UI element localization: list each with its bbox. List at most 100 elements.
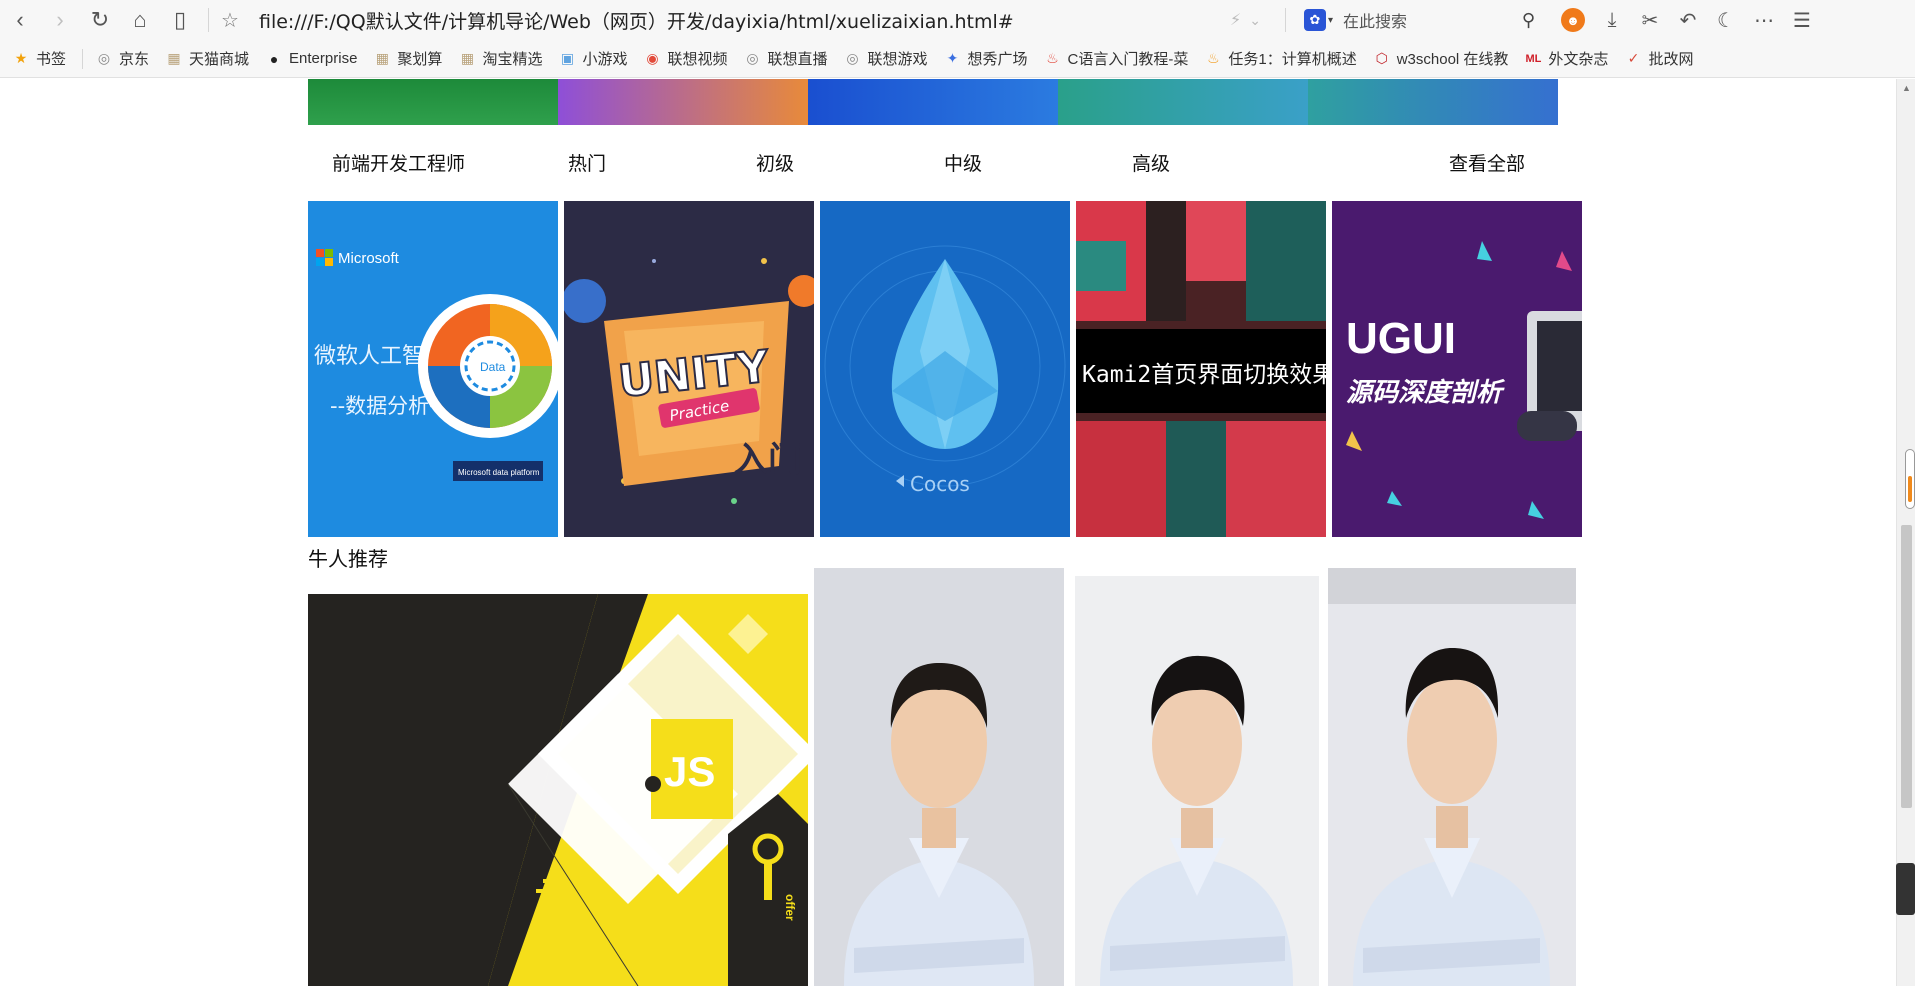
course-card-unity[interactable]: UNITY Practice 入门 xyxy=(564,201,814,537)
course-card-ugui[interactable]: UGUI 源码深度剖析 xyxy=(1332,201,1582,537)
course-thumbnail: Cocos xyxy=(824,245,1066,496)
offer-text: offer xyxy=(783,894,797,921)
bookmark-item[interactable]: ML 外文杂志 xyxy=(1524,48,1608,69)
engine-dropdown-icon[interactable]: ▾ xyxy=(1328,15,1333,26)
banner-image[interactable] xyxy=(808,79,1058,125)
bookmark-item[interactable]: ▦ 聚划算 xyxy=(373,48,443,69)
bookmark-item[interactable]: ◉ 联想视频 xyxy=(643,48,727,69)
data-center-label: Data xyxy=(480,360,506,374)
bookmark-item[interactable]: ✓ 批改网 xyxy=(1624,48,1694,69)
bookmark-divider xyxy=(82,48,84,69)
side-tool-handle[interactable] xyxy=(1905,449,1915,509)
banner-image[interactable] xyxy=(1308,79,1558,125)
more-icon[interactable]: ⋯ xyxy=(1745,8,1783,33)
banner-image[interactable] xyxy=(308,79,558,125)
toolbar-divider xyxy=(208,8,209,32)
menu-icon[interactable]: ☰ xyxy=(1783,8,1821,33)
bookmark-item[interactable]: ⬡ w3school 在线教 xyxy=(1373,48,1509,69)
bookmark-item[interactable]: ♨ C语言入门教程-菜 xyxy=(1044,48,1189,69)
scrollbar-thumb[interactable] xyxy=(1901,525,1912,808)
side-widget[interactable] xyxy=(1896,863,1915,915)
js-badge: JS xyxy=(664,748,715,795)
sparkle-icon: ✦ xyxy=(946,50,959,66)
lightning-icon[interactable]: ⚡ xyxy=(1230,10,1241,30)
flame-icon: ♨ xyxy=(1046,50,1059,66)
bookmarks-bar: ★ 书签 ◎ 京东 ▦ 天猫商城 ● Enterprise ▦ 聚划算 ▦ 淘宝精选 ▣ 小游戏 ◉ 联想视频… xyxy=(0,40,1915,78)
bookmark-star-icon[interactable]: ☆ xyxy=(221,8,247,33)
search-icon[interactable]: ⚲ xyxy=(1522,10,1535,31)
bookmark-item[interactable]: ▦ 淘宝精选 xyxy=(458,48,543,69)
home-icon: ⌂ xyxy=(133,7,147,32)
course-thumbnail: Microsoft 微软人工智能 --数据分析平台 Data Microsoft… xyxy=(314,249,558,481)
extension-icon[interactable]: ☻ xyxy=(1561,8,1585,32)
scissors-icon[interactable]: ✂ xyxy=(1631,8,1669,33)
tab-beginner[interactable]: 初级 xyxy=(756,149,794,176)
tab-advanced[interactable]: 高级 xyxy=(1132,149,1170,176)
bookmark-label: Enterprise xyxy=(289,50,358,67)
bookmark-item[interactable]: ★ 书签 xyxy=(12,48,66,69)
bookmark-item[interactable]: ✦ 想秀广场 xyxy=(944,48,1028,69)
image-icon: ▦ xyxy=(460,50,475,66)
reload-button[interactable]: ↻ xyxy=(80,0,120,40)
forward-button[interactable]: › xyxy=(40,0,80,40)
bookmark-label: 批改网 xyxy=(1648,51,1694,68)
view-all-link[interactable]: 查看全部 xyxy=(1449,149,1525,176)
toolbar-actions: ☻ ⤓ ✂ ↶ ☾ ⋯ ☰ xyxy=(1553,8,1821,33)
browser-toolbar: ‹ › ↻ ⌂ ▯ ☆ file:///F:/QQ默认文件/计算机导论/Web（… xyxy=(0,0,1915,40)
book-icon: ▯ xyxy=(173,7,187,32)
reader-button[interactable]: ▯ xyxy=(160,0,200,40)
course-card-kami2[interactable]: Kami2首页界面切换效果 xyxy=(1076,201,1326,537)
bookmark-label: C语言入门教程-菜 xyxy=(1067,51,1189,68)
bookmark-item[interactable]: ♨ 任务1：计算机概述 xyxy=(1204,48,1357,69)
bookmark-item[interactable]: ◎ 联想直播 xyxy=(743,48,827,69)
tab-frontend-engineer[interactable]: 前端开发工程师 xyxy=(332,149,465,176)
bookmark-item[interactable]: ◎ 联想游戏 xyxy=(844,48,928,69)
course-card-microsoft-ai[interactable]: Microsoft 微软人工智能 --数据分析平台 Data Microsoft… xyxy=(308,201,558,537)
banner-strip xyxy=(308,79,1558,125)
baidu-paw-icon[interactable]: ✿ xyxy=(1304,9,1326,31)
chevron-down-icon[interactable]: ⌄ xyxy=(1249,12,1261,29)
kami2-title: Kami2首页界面切换效果 xyxy=(1082,362,1326,388)
bookmark-item[interactable]: ▣ 小游戏 xyxy=(558,48,628,69)
undo-icon[interactable]: ↶ xyxy=(1669,8,1707,33)
github-icon: ● xyxy=(269,50,279,67)
reload-icon: ↻ xyxy=(90,7,110,32)
search-box[interactable]: ✿ ▾ 在此搜索 ⚲ xyxy=(1300,5,1535,35)
teacher-photo[interactable] xyxy=(1328,568,1576,986)
chevron-left-icon: ‹ xyxy=(16,7,24,32)
bookmark-item[interactable]: ● Enterprise xyxy=(265,50,358,68)
moon-icon[interactable]: ☾ xyxy=(1707,8,1745,33)
globe-icon: ◎ xyxy=(97,50,111,66)
banner-image[interactable] xyxy=(1058,79,1308,125)
bookmark-label: 淘宝精选 xyxy=(482,51,543,68)
teacher-image xyxy=(1100,655,1293,986)
cocos-title: Cocos xyxy=(910,472,970,496)
home-button[interactable]: ⌂ xyxy=(120,0,160,40)
back-button[interactable]: ‹ xyxy=(0,0,40,40)
search-input[interactable]: 在此搜索 xyxy=(1343,8,1407,32)
bookmark-label: 联想游戏 xyxy=(867,51,928,68)
image-icon: ▦ xyxy=(167,50,181,66)
bookmark-label: 小游戏 xyxy=(582,51,628,68)
scroll-up-icon[interactable]: ▲ xyxy=(1902,83,1911,93)
featured-js-card[interactable]: JS offer xyxy=(308,594,808,986)
microsoft-logo-text: Microsoft xyxy=(338,250,400,267)
teacher-photo[interactable] xyxy=(1075,576,1319,986)
download-icon[interactable]: ⤓ xyxy=(1593,9,1631,32)
bookmark-label: 联想视频 xyxy=(667,51,728,68)
page-viewport: 前端开发工程师 热门 初级 中级 高级 查看全部 Microsoft 微软人工智… xyxy=(0,79,1896,986)
course-footer: Microsoft data platform xyxy=(458,468,540,477)
featured-thumbnail: JS offer xyxy=(488,594,808,986)
course-card-cocos[interactable]: Cocos xyxy=(820,201,1070,537)
ugui-title: UGUI xyxy=(1346,314,1456,363)
banner-image[interactable] xyxy=(558,79,808,125)
address-bar[interactable]: ☆ file:///F:/QQ默认文件/计算机导论/Web（网页）开发/dayi… xyxy=(217,0,1277,40)
image-icon: ▦ xyxy=(375,50,390,66)
url-text[interactable]: file:///F:/QQ默认文件/计算机导论/Web（网页）开发/dayixi… xyxy=(259,7,1014,34)
bookmark-item[interactable]: ▦ 天猫商城 xyxy=(165,48,249,69)
tab-intermediate[interactable]: 中级 xyxy=(944,149,982,176)
bookmark-item[interactable]: ◎ 京东 xyxy=(95,48,149,69)
tab-hot[interactable]: 热门 xyxy=(568,149,606,176)
teacher-photo[interactable] xyxy=(814,568,1064,986)
page-scrollbar[interactable]: ▲ xyxy=(1896,79,1915,986)
